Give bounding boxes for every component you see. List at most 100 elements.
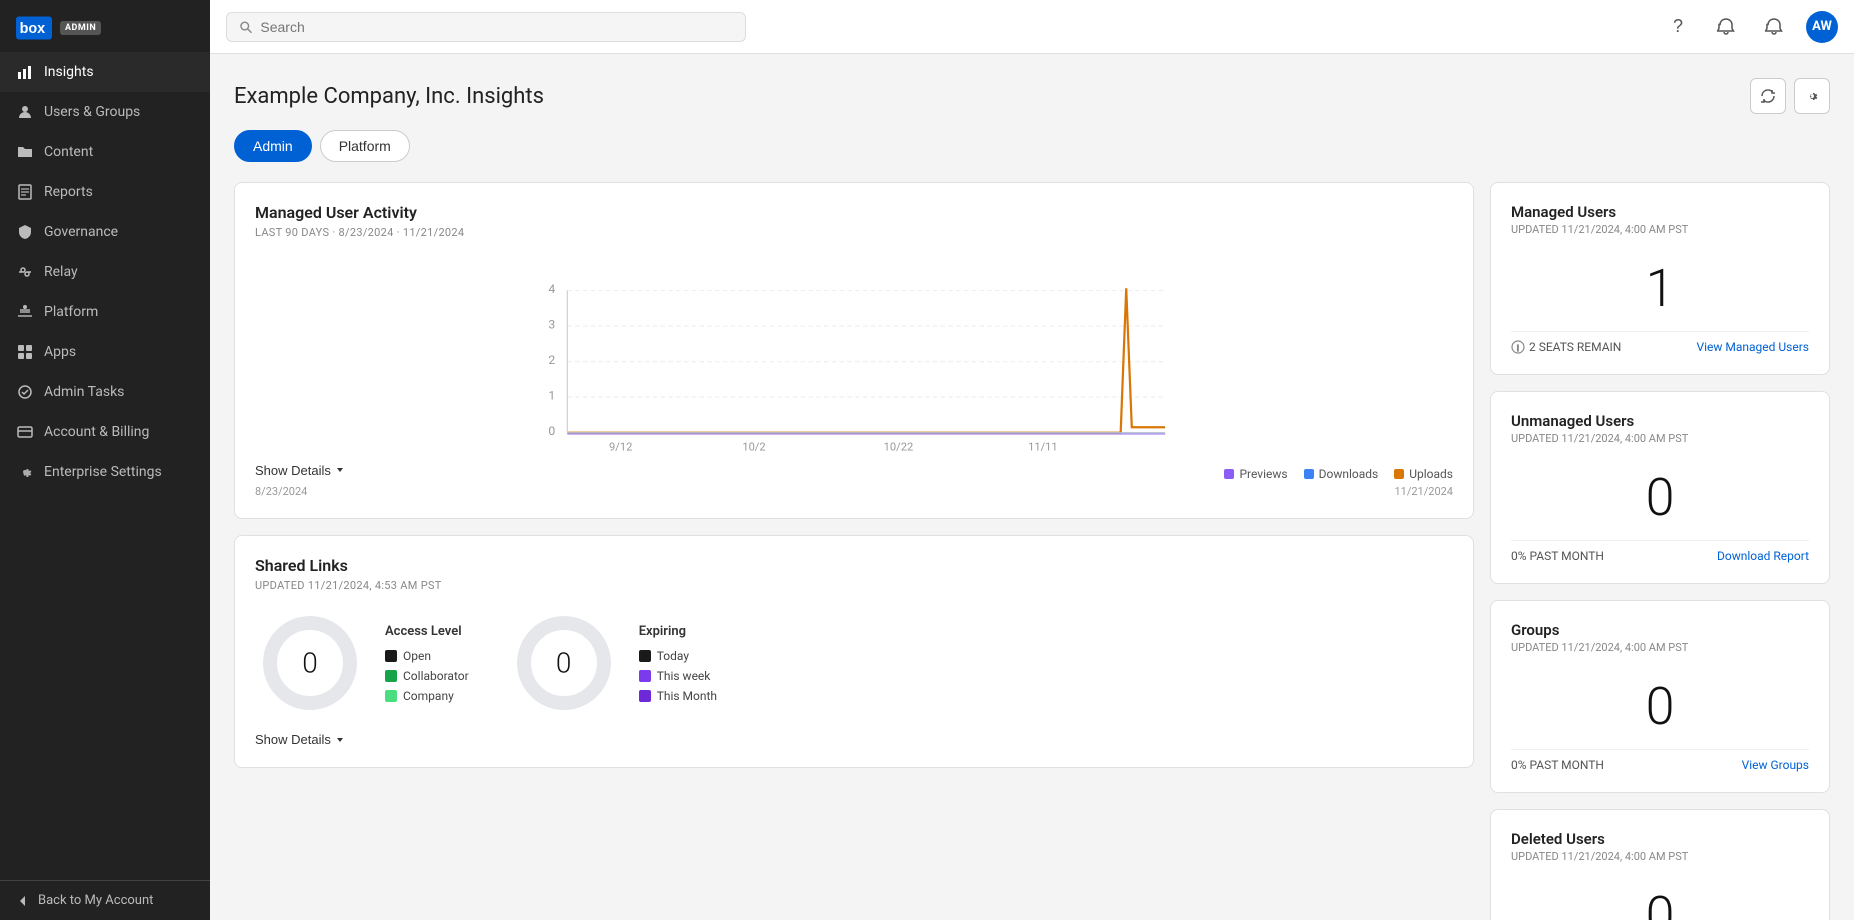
collaborator-color — [385, 670, 397, 682]
expiring-today: Today — [639, 649, 717, 663]
page-title: Example Company, Inc. Insights — [234, 84, 544, 109]
main-area: ? AW Example Company, Inc. Insights — [210, 0, 1854, 920]
company-color — [385, 690, 397, 702]
user-avatar[interactable]: AW — [1806, 11, 1838, 43]
sidebar-item-platform[interactable]: Platform — [0, 292, 210, 332]
relay-icon — [16, 263, 34, 281]
groups-footer: 0% PAST MONTH View Groups — [1511, 749, 1809, 772]
sidebar-item-insights[interactable]: Insights — [0, 52, 210, 92]
expiring-section: 0 Expiring Today This week — [509, 608, 717, 718]
unmanaged-users-updated: UPDATED 11/21/2024, 4:00 AM PST — [1511, 432, 1809, 445]
downloads-dot — [1304, 469, 1314, 479]
managed-users-updated: UPDATED 11/21/2024, 4:00 AM PST — [1511, 223, 1809, 236]
shared-links-show-details-button[interactable]: Show Details — [255, 732, 345, 747]
access-level-title: Access Level — [385, 624, 469, 639]
unmanaged-past-month: 0% PAST MONTH — [1511, 549, 1604, 563]
managed-users-card: Managed Users UPDATED 11/21/2024, 4:00 A… — [1490, 182, 1830, 375]
access-open: Open — [385, 649, 469, 663]
header-right: ? AW — [1662, 11, 1838, 43]
svg-text:10/2: 10/2 — [742, 441, 765, 454]
platform-icon — [16, 303, 34, 321]
expiring-this-week: This week — [639, 669, 717, 683]
expiring-count: 0 — [556, 647, 572, 680]
sidebar-item-enterprise-settings-label: Enterprise Settings — [44, 464, 162, 480]
help-button[interactable]: ? — [1662, 11, 1694, 43]
page-header: Example Company, Inc. Insights — [234, 78, 1830, 114]
shared-links-body: 0 Access Level Open Collabora — [255, 608, 1453, 718]
grid-icon — [16, 343, 34, 361]
view-managed-users-link[interactable]: View Managed Users — [1696, 340, 1809, 354]
credit-card-icon — [16, 423, 34, 441]
svg-text:9/12: 9/12 — [609, 441, 632, 454]
back-to-my-account-link[interactable]: Back to My Account — [16, 893, 194, 908]
managed-user-activity-subtitle: LAST 90 DAYS · 8/23/2024 · 11/21/2024 — [255, 226, 1453, 239]
show-details-button[interactable]: Show Details — [255, 463, 345, 478]
bell-button[interactable] — [1758, 11, 1790, 43]
sidebar-item-users-groups[interactable]: Users & Groups — [0, 92, 210, 132]
deleted-users-card: Deleted Users UPDATED 11/21/2024, 4:00 A… — [1490, 809, 1830, 920]
search-bar[interactable] — [226, 12, 746, 42]
announcement-icon — [1717, 18, 1735, 36]
managed-users-count: 1 — [1511, 248, 1809, 331]
settings-button[interactable] — [1794, 78, 1830, 114]
sidebar-item-governance[interactable]: Governance — [0, 212, 210, 252]
this-week-label: This week — [657, 669, 711, 683]
sidebar-item-admin-tasks-label: Admin Tasks — [44, 384, 124, 400]
sidebar-nav: Insights Users & Groups Content Reports … — [0, 52, 210, 880]
access-legend: Access Level Open Collaborator — [385, 624, 469, 703]
sidebar-item-relay[interactable]: Relay — [0, 252, 210, 292]
expiring-donut: 0 — [509, 608, 619, 718]
shield-icon — [16, 223, 34, 241]
admin-badge: ADMIN — [60, 21, 101, 35]
sidebar-item-insights-label: Insights — [44, 64, 94, 80]
sidebar-item-reports[interactable]: Reports — [0, 172, 210, 212]
shared-links-title: Shared Links — [255, 556, 1453, 575]
sidebar-item-content-label: Content — [44, 144, 93, 160]
unmanaged-users-title: Unmanaged Users — [1511, 412, 1809, 430]
file-text-icon — [16, 183, 34, 201]
sidebar-item-enterprise-settings[interactable]: Enterprise Settings — [0, 452, 210, 492]
unmanaged-users-footer: 0% PAST MONTH Download Report — [1511, 540, 1809, 563]
notifications-bell-button[interactable] — [1710, 11, 1742, 43]
svg-text:11/11: 11/11 — [1028, 441, 1058, 454]
search-input[interactable] — [260, 19, 733, 35]
this-month-label: This Month — [657, 689, 717, 703]
download-report-link[interactable]: Download Report — [1717, 549, 1809, 563]
svg-text:3: 3 — [548, 317, 555, 331]
tab-admin[interactable]: Admin — [234, 130, 312, 162]
expiring-legend: Expiring Today This week — [639, 624, 717, 703]
sidebar-item-content[interactable]: Content — [0, 132, 210, 172]
svg-text:1: 1 — [548, 388, 555, 402]
gear-icon — [1804, 88, 1820, 104]
previews-label: Previews — [1239, 467, 1287, 481]
groups-count: 0 — [1511, 666, 1809, 749]
unmanaged-users-card: Unmanaged Users UPDATED 11/21/2024, 4:00… — [1490, 391, 1830, 584]
sidebar-item-account-billing[interactable]: Account & Billing — [0, 412, 210, 452]
page-content: Example Company, Inc. Insights Admin Pla… — [210, 54, 1854, 920]
seats-remain-label: 2 SEATS REMAIN — [1529, 340, 1621, 354]
downloads-label: Downloads — [1319, 467, 1379, 481]
chart-end-date: 11/21/2024 — [1394, 485, 1453, 498]
left-column: Managed User Activity LAST 90 DAYS · 8/2… — [234, 182, 1474, 920]
sidebar-item-apps-label: Apps — [44, 344, 76, 360]
refresh-icon — [1760, 88, 1776, 104]
sidebar-item-admin-tasks[interactable]: Admin Tasks — [0, 372, 210, 412]
svg-text:10/22: 10/22 — [884, 441, 914, 454]
sidebar: box ADMIN Insights Users & Groups Conten… — [0, 0, 210, 920]
refresh-button[interactable] — [1750, 78, 1786, 114]
tab-platform[interactable]: Platform — [320, 130, 410, 162]
chart-legend: Previews Downloads Uploads — [1224, 467, 1453, 481]
deleted-users-updated: UPDATED 11/21/2024, 4:00 AM PST — [1511, 850, 1809, 863]
person-icon — [16, 103, 34, 121]
sidebar-item-apps[interactable]: Apps — [0, 332, 210, 372]
deleted-users-title: Deleted Users — [1511, 830, 1809, 848]
chart-footer: Show Details Previews Downloads — [255, 459, 1453, 481]
view-groups-link[interactable]: View Groups — [1742, 758, 1809, 772]
activity-chart-svg: 0 1 2 3 4 9/12 — [255, 255, 1453, 455]
check-circle-icon — [16, 383, 34, 401]
sidebar-item-platform-label: Platform — [44, 304, 98, 320]
box-logo-icon: box — [16, 16, 52, 40]
expiring-this-month: This Month — [639, 689, 717, 703]
svg-text:box: box — [20, 21, 46, 37]
groups-updated: UPDATED 11/21/2024, 4:00 AM PST — [1511, 641, 1809, 654]
